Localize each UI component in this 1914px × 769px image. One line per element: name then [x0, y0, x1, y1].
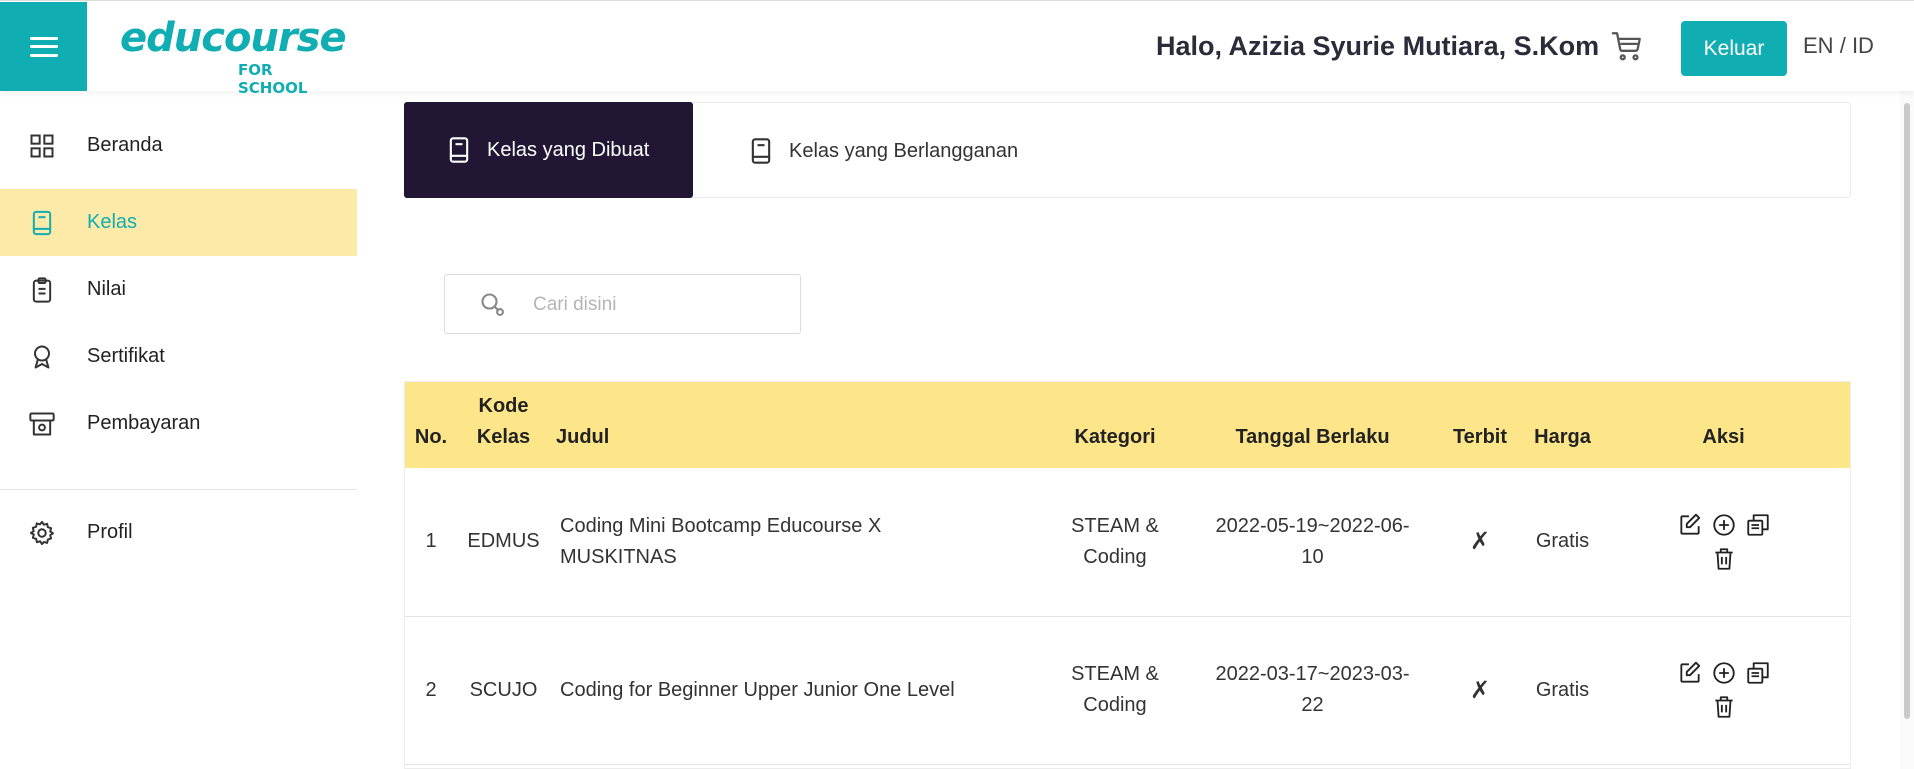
page-scrollbar[interactable]: [1900, 91, 1914, 769]
lang-id-option[interactable]: ID: [1852, 33, 1874, 58]
header-terbit[interactable]: Terbit: [1430, 382, 1530, 468]
sidebar-item-profil[interactable]: Profil: [0, 499, 357, 566]
cell-harga: Gratis: [1535, 530, 1590, 553]
header-kode-kelas[interactable]: Kode Kelas: [457, 382, 550, 468]
logo-text: educourse: [120, 15, 347, 61]
edit-icon[interactable]: [1677, 660, 1703, 686]
trash-icon[interactable]: [1711, 546, 1737, 572]
award-icon: [34, 345, 50, 369]
copy-icon[interactable]: [1745, 660, 1771, 686]
book-icon: [449, 137, 469, 163]
tab-label: Kelas yang Dibuat: [487, 138, 650, 161]
payment-icon: [29, 412, 55, 436]
book-icon: [751, 138, 771, 164]
cell-kategori: STEAM & Coding: [1071, 663, 1159, 716]
clipboard-icon: [32, 277, 52, 303]
cell-harga: Gratis: [1535, 678, 1590, 701]
gear-icon: [29, 520, 54, 546]
sidebar-item-label: Profil: [87, 521, 133, 543]
lang-en-option[interactable]: EN: [1803, 33, 1834, 58]
sidebar: Beranda Kelas Nilai Sertifikat Pembayara…: [0, 91, 357, 769]
top-bar: educourse FOR SCHOOL Halo, Azizia Syurie…: [0, 0, 1914, 97]
sidebar-item-nilai[interactable]: Nilai: [0, 256, 357, 323]
header-no: No.: [414, 426, 448, 448]
add-circle-icon[interactable]: [1711, 512, 1737, 538]
scrollbar-thumb[interactable]: [1904, 103, 1910, 719]
cell-judul: Coding for Beginner Upper Junior One Lev…: [560, 678, 955, 701]
sidebar-item-beranda[interactable]: Beranda: [0, 112, 357, 179]
menu-icon: [29, 36, 58, 57]
search-input[interactable]: [533, 289, 783, 321]
header-harga[interactable]: Harga: [1530, 382, 1595, 468]
logo[interactable]: educourse FOR SCHOOL: [120, 13, 347, 97]
table-header-row: No. Kode Kelas Judul Kategori Tanggal Be…: [405, 382, 1850, 468]
class-table: No. Kode Kelas Judul Kategori Tanggal Be…: [404, 381, 1851, 769]
header-kode-line2: Kelas: [476, 426, 531, 448]
header-kategori[interactable]: Kategori: [1035, 382, 1195, 468]
add-circle-icon[interactable]: [1711, 660, 1737, 686]
edit-icon[interactable]: [1677, 512, 1703, 538]
cell-kategori: STEAM & Coding: [1071, 514, 1159, 568]
tab-kelas-berlangganan[interactable]: Kelas yang Berlangganan: [743, 103, 1018, 199]
search-box: [444, 274, 801, 334]
cell-kode: EDMUS: [467, 530, 540, 553]
sidebar-divider: [0, 489, 357, 490]
sidebar-item-kelas[interactable]: Kelas: [0, 189, 357, 256]
hamburger-menu-button[interactable]: [0, 2, 87, 91]
lang-separator: /: [1839, 33, 1846, 58]
sidebar-item-sertifikat[interactable]: Sertifikat: [0, 323, 357, 390]
header-kode-line1: Kode: [478, 395, 529, 417]
sidebar-item-label: Pembayaran: [87, 412, 201, 434]
cell-tanggal: 2022-05-19~2022-06-10: [1215, 514, 1410, 568]
cell-kode: SCUJO: [469, 678, 538, 701]
tab-label: Kelas yang Berlangganan: [789, 139, 1019, 162]
cell-judul: Coding Mini Bootcamp Educourse X MUSKITN…: [560, 514, 882, 568]
book-icon: [32, 210, 52, 236]
copy-icon[interactable]: [1745, 512, 1771, 538]
header-aksi: Aksi: [1702, 426, 1745, 448]
sidebar-item-pembayaran[interactable]: Pembayaran: [0, 390, 357, 457]
cell-terbit: ✗: [1469, 676, 1491, 704]
sidebar-item-label: Kelas: [87, 211, 138, 233]
sidebar-item-label: Nilai: [87, 278, 126, 300]
table-row: 2 SCUJO Coding for Beginner Upper Junior…: [405, 616, 1850, 764]
language-switch: EN / ID: [1803, 33, 1874, 59]
user-greeting: Halo, Azizia Syurie Mutiara, S.Kom: [1156, 31, 1600, 61]
grid-icon: [30, 134, 54, 158]
cell-aksi: [1595, 468, 1850, 616]
trash-icon[interactable]: [1711, 694, 1737, 720]
header-judul[interactable]: Judul: [550, 382, 1035, 468]
class-tabs: Kelas yang Dibuat Kelas yang Berlanggana…: [404, 102, 1851, 198]
sidebar-item-label: Beranda: [87, 134, 163, 156]
cell-aksi: [1595, 616, 1850, 764]
cell-tanggal: 2022-03-17~2023-03-22: [1215, 663, 1410, 716]
search-icon: [481, 293, 504, 316]
tab-kelas-dibuat[interactable]: Kelas yang Dibuat: [404, 102, 693, 198]
cart-icon[interactable]: [1610, 29, 1644, 63]
sidebar-item-label: Sertifikat: [87, 345, 165, 367]
table-row: 1 EDMUS Coding Mini Bootcamp Educourse X…: [405, 468, 1850, 616]
cell-no: 2: [425, 678, 437, 701]
logout-button[interactable]: Keluar: [1681, 21, 1787, 76]
cell-terbit: ✗: [1469, 528, 1491, 556]
logo-subtitle: FOR SCHOOL: [238, 61, 308, 97]
cell-no: 1: [425, 530, 437, 553]
header-tanggal-berlaku[interactable]: Tanggal Berlaku: [1195, 382, 1430, 468]
